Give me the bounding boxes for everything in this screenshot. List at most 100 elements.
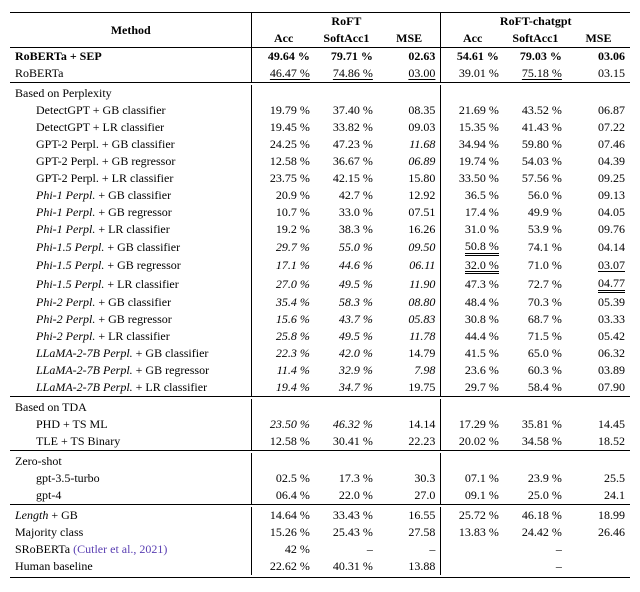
value-cell: 11.68 xyxy=(378,136,441,153)
citation-link[interactable]: (Cutler et al., 2021) xyxy=(73,542,167,556)
value-cell: 60.3 % xyxy=(504,362,567,379)
method-cell: LLaMA-2-7B Perpl. + LR classifier xyxy=(10,379,252,397)
table-row: RoBERTa46.47 %74.86 %03.0039.01 %75.18 %… xyxy=(10,65,630,83)
table-row: gpt-3.5-turbo02.5 %17.3 %30.307.1 %23.9 … xyxy=(10,470,630,487)
value-cell: 07.90 xyxy=(567,379,630,397)
value-cell: 09.25 xyxy=(567,170,630,187)
table-row: Phi-1.5 Perpl. + GB regressor17.1 %44.6 … xyxy=(10,257,630,276)
value-cell: 07.46 xyxy=(567,136,630,153)
value-cell: 30.3 xyxy=(378,470,441,487)
value-cell: 09.03 xyxy=(378,119,441,136)
value-cell: 30.41 % xyxy=(315,433,378,451)
value-cell: 59.80 % xyxy=(504,136,567,153)
value-cell: 58.3 % xyxy=(315,294,378,311)
value-cell: 33.43 % xyxy=(315,507,378,524)
value-cell: 71.5 % xyxy=(504,328,567,345)
method-cell: Phi-2 Perpl. + LR classifier xyxy=(10,328,252,345)
value-cell: 41.43 % xyxy=(504,119,567,136)
value-cell: 31.0 % xyxy=(441,221,504,238)
value-cell: 24.25 % xyxy=(252,136,315,153)
method-cell: RoBERTa xyxy=(10,65,252,83)
value-cell: 39.01 % xyxy=(441,65,504,83)
value-cell: 11.4 % xyxy=(252,362,315,379)
value-cell: 15.80 xyxy=(378,170,441,187)
value-cell: 33.50 % xyxy=(441,170,504,187)
value-cell: 43.52 % xyxy=(504,102,567,119)
section-tda: Based on TDA xyxy=(10,399,252,416)
value-cell: 79.71 % xyxy=(315,48,378,66)
value-cell: – xyxy=(504,541,567,558)
method-cell: Phi-1.5 Perpl. + LR classifier xyxy=(10,275,252,294)
value-cell: 72.7 % xyxy=(504,275,567,294)
value-cell: 47.23 % xyxy=(315,136,378,153)
table-row: LLaMA-2-7B Perpl. + GB regressor11.4 %32… xyxy=(10,362,630,379)
table-row: RoBERTa + SEP49.64 %79.71 %02.6354.61 %7… xyxy=(10,48,630,66)
value-cell: 46.18 % xyxy=(504,507,567,524)
value-cell: 15.35 % xyxy=(441,119,504,136)
section-zeroshot: Zero-shot xyxy=(10,453,252,470)
value-cell: 04.14 xyxy=(567,238,630,257)
value-cell: 12.92 xyxy=(378,187,441,204)
table-row: GPT-2 Perpl. + LR classifier23.75 %42.15… xyxy=(10,170,630,187)
value-cell: 25.8 % xyxy=(252,328,315,345)
value-cell: 14.14 xyxy=(378,416,441,433)
table-row: Phi-1.5 Perpl. + LR classifier27.0 %49.5… xyxy=(10,275,630,294)
method-cell: Phi-1 Perpl. + GB classifier xyxy=(10,187,252,204)
value-cell: 55.0 % xyxy=(315,238,378,257)
table-row: Length + GB14.64 %33.43 %16.5525.72 %46.… xyxy=(10,507,630,524)
value-cell: 14.45 xyxy=(567,416,630,433)
value-cell: 41.5 % xyxy=(441,345,504,362)
table-row: LLaMA-2-7B Perpl. + LR classifier19.4 %3… xyxy=(10,379,630,397)
value-cell: 09.1 % xyxy=(441,487,504,505)
group-roft: RoFT xyxy=(252,13,441,31)
table-row: TLE + TS Binary12.58 %30.41 %22.2320.02 … xyxy=(10,433,630,451)
value-cell: 06.32 xyxy=(567,345,630,362)
value-cell: 75.18 % xyxy=(504,65,567,83)
value-cell: 44.4 % xyxy=(441,328,504,345)
table-row: GPT-2 Perpl. + GB regressor12.58 %36.67 … xyxy=(10,153,630,170)
value-cell: 42.0 % xyxy=(315,345,378,362)
value-cell: 27.58 xyxy=(378,524,441,541)
value-cell: 47.3 % xyxy=(441,275,504,294)
value-cell: 29.7 % xyxy=(252,238,315,257)
method-cell: GPT-2 Perpl. + GB regressor xyxy=(10,153,252,170)
value-cell: 15.6 % xyxy=(252,311,315,328)
value-cell: 58.4 % xyxy=(504,379,567,397)
method-cell: Human baseline xyxy=(10,558,252,575)
value-cell: 49.5 % xyxy=(315,328,378,345)
value-cell: 35.4 % xyxy=(252,294,315,311)
value-cell: 06.11 xyxy=(378,257,441,276)
method-cell: LLaMA-2-7B Perpl. + GB regressor xyxy=(10,362,252,379)
value-cell: 19.2 % xyxy=(252,221,315,238)
value-cell xyxy=(567,541,630,558)
value-cell: 65.0 % xyxy=(504,345,567,362)
value-cell: 16.55 xyxy=(378,507,441,524)
value-cell: 05.42 xyxy=(567,328,630,345)
value-cell: 32.9 % xyxy=(315,362,378,379)
value-cell: 50.8 % xyxy=(441,238,504,257)
method-cell: Phi-1.5 Perpl. + GB regressor xyxy=(10,257,252,276)
value-cell xyxy=(441,558,504,575)
value-cell: 27.0 xyxy=(378,487,441,505)
method-cell: DetectGPT + GB classifier xyxy=(10,102,252,119)
table-row: LLaMA-2-7B Perpl. + GB classifier22.3 %4… xyxy=(10,345,630,362)
table-row: DetectGPT + GB classifier19.79 %37.40 %0… xyxy=(10,102,630,119)
col-softacc-roft: SoftAcc1 xyxy=(315,30,378,48)
value-cell: 06.89 xyxy=(378,153,441,170)
value-cell: 42.7 % xyxy=(315,187,378,204)
value-cell: 17.4 % xyxy=(441,204,504,221)
value-cell: 30.8 % xyxy=(441,311,504,328)
value-cell: 17.3 % xyxy=(315,470,378,487)
value-cell: 49.64 % xyxy=(252,48,315,66)
value-cell: 70.3 % xyxy=(504,294,567,311)
group-chatgpt: RoFT-chatgpt xyxy=(441,13,630,31)
table-row: gpt-406.4 %22.0 %27.009.1 %25.0 %24.1 xyxy=(10,487,630,505)
value-cell: 09.50 xyxy=(378,238,441,257)
value-cell: 23.9 % xyxy=(504,470,567,487)
value-cell: 14.64 % xyxy=(252,507,315,524)
value-cell: 05.39 xyxy=(567,294,630,311)
value-cell: 24.1 xyxy=(567,487,630,505)
method-cell: gpt-4 xyxy=(10,487,252,505)
table-row: DetectGPT + LR classifier19.45 %33.82 %0… xyxy=(10,119,630,136)
method-cell: Phi-1 Perpl. + LR classifier xyxy=(10,221,252,238)
